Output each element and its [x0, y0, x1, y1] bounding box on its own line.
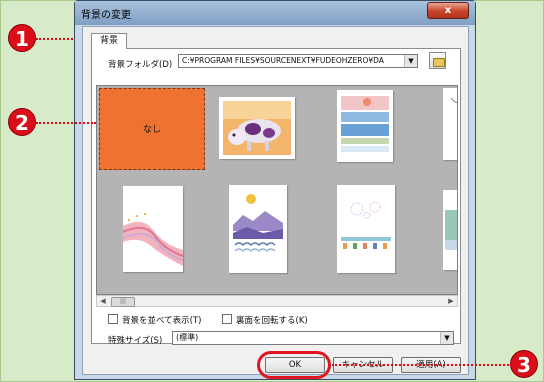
- tab-panel: 背景フォルダ(D) C:¥PROGRAM FILES¥SOURCENEXT¥FU…: [91, 48, 461, 346]
- gallery-item-wave[interactable]: [123, 186, 183, 272]
- gallery-item-mountains[interactable]: [229, 185, 287, 273]
- gallery-item-sketch[interactable]: [443, 88, 457, 160]
- gallery-item-fireworks[interactable]: [337, 185, 395, 273]
- gallery-item-sea[interactable]: [337, 90, 393, 162]
- sketch-picture: [443, 88, 457, 160]
- close-button[interactable]: x: [427, 2, 469, 19]
- folder-label: 背景フォルダ(D): [108, 60, 173, 70]
- mountains-picture: [229, 185, 287, 273]
- special-size-value: (標準): [176, 333, 199, 342]
- window-title: 背景の変更: [81, 10, 131, 21]
- scrollbar-thumb[interactable]: |||: [111, 297, 135, 307]
- folder-icon: [433, 58, 445, 67]
- lake-picture: [443, 190, 457, 270]
- scroll-right-icon[interactable]: ▶: [445, 296, 457, 306]
- gallery-item-label: なし: [142, 125, 161, 135]
- seascape-picture: [337, 90, 393, 162]
- gallery-item-lake[interactable]: [443, 190, 457, 270]
- arrange-backgrounds-checkbox[interactable]: 背景を並べて表示(T): [108, 314, 202, 326]
- background-gallery[interactable]: なし: [96, 85, 458, 295]
- chevron-down-icon[interactable]: ▼: [440, 332, 453, 344]
- dialog-content: 背景 背景フォルダ(D) C:¥PROGRAM FILES¥SOURCENEXT…: [82, 26, 469, 375]
- close-icon: x: [444, 5, 452, 16]
- gallery-item-none[interactable]: なし: [99, 88, 205, 170]
- scroll-left-icon[interactable]: ◀: [97, 296, 109, 306]
- special-size-label: 特殊サイズ(S): [108, 336, 163, 346]
- change-background-dialog: 背景の変更 x 背景 背景フォルダ(D) C:¥PROGRAM FILES¥SO…: [74, 0, 476, 380]
- callout-1-badge: 1: [8, 24, 36, 52]
- wave-picture: [123, 186, 183, 272]
- ok-button[interactable]: OK: [265, 357, 325, 373]
- callout-3-badge: 3: [510, 350, 538, 378]
- rotate-back-checkbox[interactable]: 裏面を回転する(K): [222, 314, 308, 326]
- checkbox-box[interactable]: [222, 314, 232, 324]
- rotate-back-label: 裏面を回転する(K): [236, 316, 308, 326]
- arrange-backgrounds-label: 背景を並べて表示(T): [122, 316, 202, 326]
- chevron-down-icon[interactable]: ▼: [404, 55, 417, 67]
- callout-2-leader: [36, 122, 96, 124]
- folder-path-value: C:¥PROGRAM FILES¥SOURCENEXT¥FUDEOHZERO¥D…: [182, 56, 384, 65]
- callout-3-leader: [332, 364, 512, 366]
- gallery-horizontal-scrollbar[interactable]: ◀ ||| ▶: [96, 295, 458, 307]
- callout-2-badge: 2: [8, 108, 36, 136]
- fireworks-picture: [337, 185, 395, 273]
- cow-picture: [219, 97, 295, 159]
- checkbox-box[interactable]: [108, 314, 118, 324]
- tab-background[interactable]: 背景: [91, 33, 128, 49]
- gallery-item-cow[interactable]: [219, 97, 295, 159]
- browse-folder-button[interactable]: [429, 52, 446, 69]
- title-bar[interactable]: 背景の変更 x: [75, 1, 475, 25]
- special-size-select[interactable]: (標準) ▼: [172, 331, 454, 345]
- folder-path-select[interactable]: C:¥PROGRAM FILES¥SOURCENEXT¥FUDEOHZERO¥D…: [178, 54, 418, 68]
